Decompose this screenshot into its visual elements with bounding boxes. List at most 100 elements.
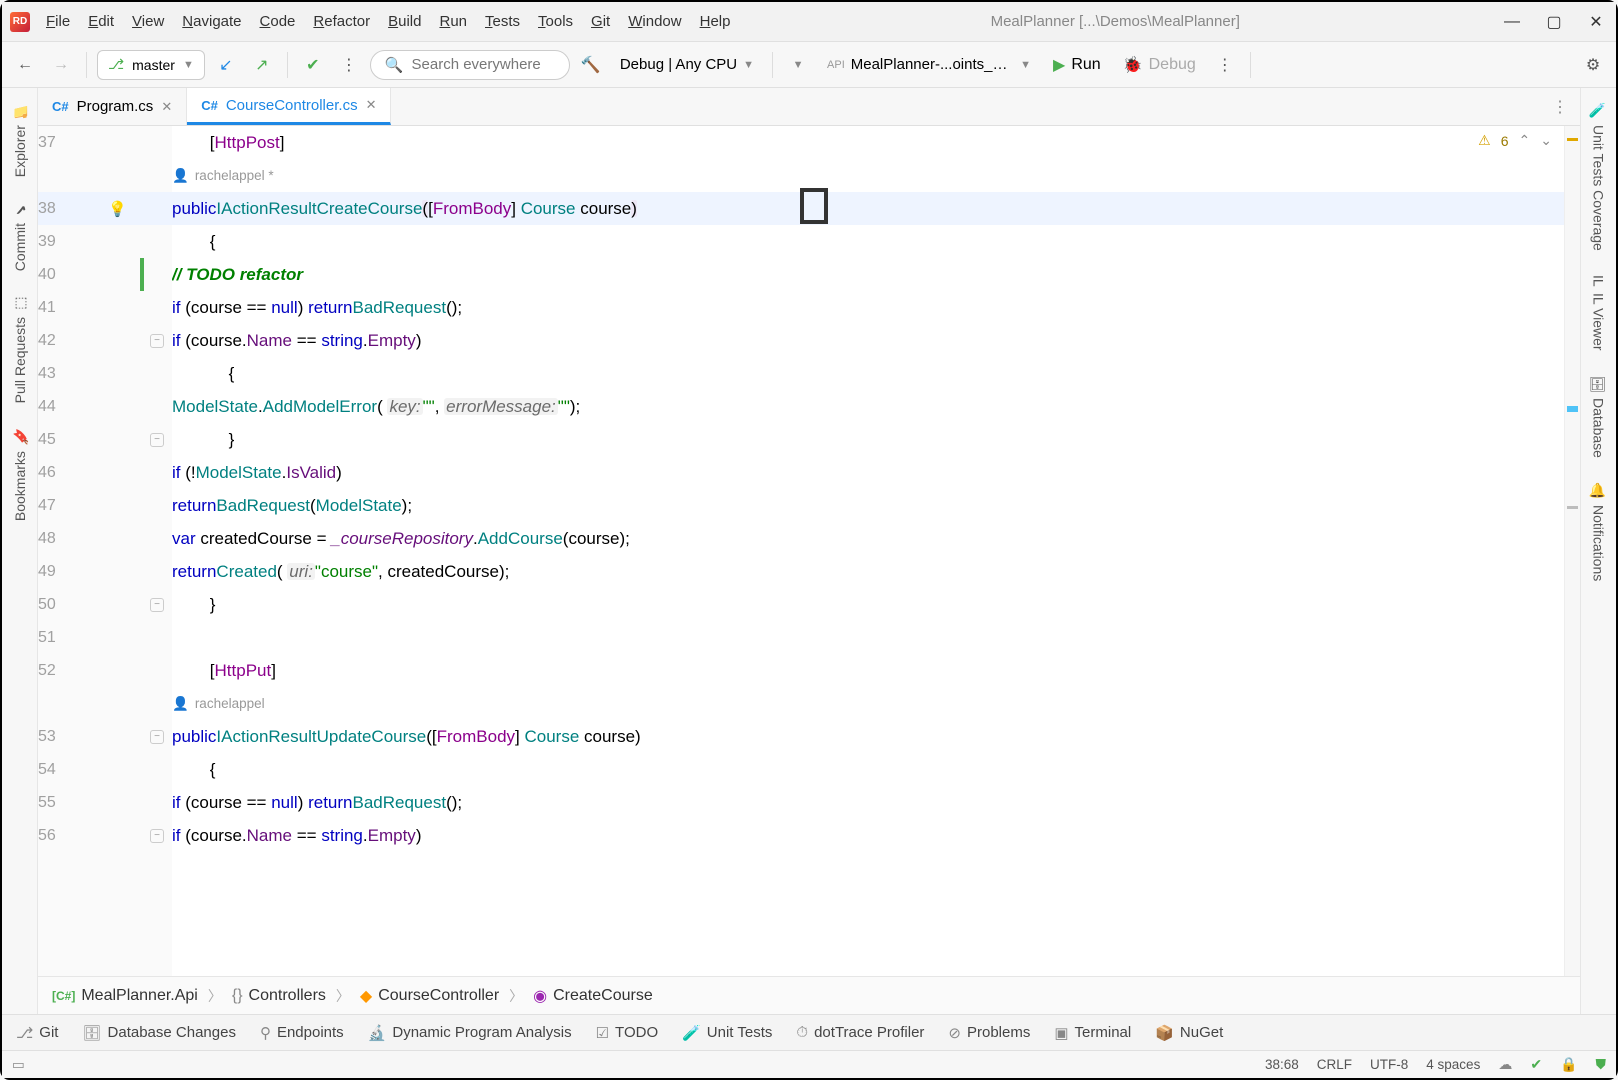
line-number[interactable]: 47 (38, 489, 108, 522)
code-line[interactable]: return BadRequest(ModelState); (172, 489, 1564, 522)
search-everywhere[interactable]: 🔍 Search everywhere (370, 50, 570, 80)
run-config-chevron[interactable]: ▼ (783, 50, 813, 80)
fold-toggle[interactable]: − (150, 598, 164, 612)
build-config-dropdown[interactable]: Debug | Any CPU ▼ (612, 56, 762, 73)
menu-refactor[interactable]: Refactor (313, 13, 370, 30)
fold-toggle[interactable]: − (150, 334, 164, 348)
line-number[interactable]: 56 (38, 819, 108, 852)
bottom-tool-problems[interactable]: ⊘Problems (948, 1024, 1030, 1042)
line-separator[interactable]: CRLF (1317, 1057, 1352, 1072)
right-tool-il-viewer[interactable]: ILIL Viewer (1587, 263, 1611, 362)
line-number[interactable]: 53 (38, 720, 108, 753)
menu-file[interactable]: File (46, 13, 70, 30)
line-number[interactable]: 39 (38, 225, 108, 258)
line-number[interactable]: 42 (38, 324, 108, 357)
run-config-dropdown[interactable]: API MealPlanner-...oints_4 | #1 ▼ (819, 56, 1039, 73)
error-stripe[interactable] (1564, 126, 1580, 976)
bottom-tool-todo[interactable]: ☑TODO (596, 1024, 659, 1042)
menu-tools[interactable]: Tools (538, 13, 573, 30)
settings-button[interactable]: ⚙ (1578, 50, 1608, 80)
fold-toggle[interactable]: − (150, 730, 164, 744)
build-button[interactable]: 🔨 (576, 50, 606, 80)
line-number[interactable]: 41 (38, 291, 108, 324)
prev-highlight-button[interactable]: ⌃ (1519, 132, 1531, 149)
more-button[interactable]: ⋮ (334, 50, 364, 80)
line-numbers[interactable]: 3738394041424344454647484950515253545556 (38, 126, 108, 976)
code-line[interactable]: [HttpPut] (172, 654, 1564, 687)
close-tab-button[interactable]: ✕ (161, 99, 172, 115)
code-content[interactable]: [HttpPost] 👤rachelappel * public IAction… (172, 126, 1564, 976)
menu-window[interactable]: Window (628, 13, 681, 30)
line-number[interactable]: 52 (38, 654, 108, 687)
breadcrumb-createcourse[interactable]: ◉CreateCourse (533, 986, 653, 1006)
code-line[interactable]: if (!ModelState.IsValid) (172, 456, 1564, 489)
right-tool-database[interactable]: 🗄Database (1587, 362, 1611, 470)
status-widget-3[interactable]: 🔒 (1560, 1056, 1577, 1073)
minimize-button[interactable]: — (1500, 10, 1524, 34)
code-line[interactable]: if (course.Name == string.Empty) (172, 324, 1564, 357)
bottom-tool-dynamic-program-analysis[interactable]: 🔬Dynamic Program Analysis (368, 1024, 572, 1042)
left-tool-pull-requests[interactable]: Pull Requests⬚ (8, 283, 32, 415)
status-widget-1[interactable]: ☁ (1498, 1056, 1512, 1073)
code-line[interactable]: { (172, 357, 1564, 390)
right-tool-notifications[interactable]: 🔔Notifications (1587, 470, 1611, 593)
line-number[interactable]: 49 (38, 555, 108, 588)
code-line[interactable]: [HttpPost] (172, 126, 1564, 159)
git-branch-dropdown[interactable]: ⎇ master ▼ (97, 50, 205, 80)
code-area[interactable]: ⚠ 6 ⌃ ⌄ 37383940414243444546474849505152… (38, 126, 1580, 976)
code-lens[interactable]: 👤rachelappel (172, 687, 1564, 720)
vcs-change-marker[interactable] (140, 258, 144, 291)
code-lens[interactable]: 👤rachelappel * (172, 159, 1564, 192)
maximize-button[interactable]: ▢ (1542, 10, 1566, 34)
nav-forward-button[interactable]: → (46, 50, 76, 80)
code-line[interactable]: public IActionResult UpdateCourse([FromB… (172, 720, 1564, 753)
encoding[interactable]: UTF-8 (1370, 1057, 1408, 1072)
line-number[interactable]: 40 (38, 258, 108, 291)
menu-edit[interactable]: Edit (88, 13, 114, 30)
menu-run[interactable]: Run (439, 13, 467, 30)
menu-tests[interactable]: Tests (485, 13, 520, 30)
code-line[interactable]: { (172, 753, 1564, 786)
line-number[interactable]: 43 (38, 357, 108, 390)
nav-back-button[interactable]: ← (10, 50, 40, 80)
bottom-tool-dottrace-profiler[interactable]: ⏱dotTrace Profiler (796, 1024, 924, 1041)
intention-bulb-icon[interactable]: 💡 (108, 200, 127, 218)
left-tool-commit[interactable]: Commit✔ (8, 189, 32, 283)
debug-button[interactable]: 🐞 Debug (1115, 55, 1204, 75)
line-number[interactable]: 44 (38, 390, 108, 423)
menu-code[interactable]: Code (260, 13, 296, 30)
code-line[interactable]: // TODO refactor (172, 258, 1564, 291)
menu-view[interactable]: View (132, 13, 164, 30)
tab-coursecontroller-cs[interactable]: C#CourseController.cs✕ (187, 88, 391, 125)
bottom-tool-nuget[interactable]: 📦NuGet (1155, 1024, 1223, 1042)
breadcrumb-coursecontroller[interactable]: ◆CourseController (360, 986, 499, 1006)
close-button[interactable]: ✕ (1584, 10, 1608, 34)
line-number[interactable]: 38 (38, 192, 108, 225)
close-tab-button[interactable]: ✕ (366, 97, 377, 113)
menu-build[interactable]: Build (388, 13, 421, 30)
line-number[interactable]: 51 (38, 621, 108, 654)
bottom-tool-endpoints[interactable]: ⚲Endpoints (260, 1024, 344, 1042)
code-line[interactable]: if (course == null) return BadRequest(); (172, 291, 1564, 324)
code-line[interactable]: ModelState.AddModelError( key:"", errorM… (172, 390, 1564, 423)
code-line[interactable]: { (172, 225, 1564, 258)
caret-position[interactable]: 38:68 (1265, 1057, 1299, 1072)
right-tool-unit-tests-coverage[interactable]: 🧪Unit Tests Coverage (1587, 90, 1611, 263)
line-number[interactable]: 55 (38, 786, 108, 819)
status-widget-4[interactable]: ⛊ (1596, 1056, 1607, 1073)
code-line[interactable]: } (172, 588, 1564, 621)
line-number[interactable]: 37 (38, 126, 108, 159)
bottom-tool-database-changes[interactable]: 🗄Database Changes (82, 1024, 235, 1042)
tabs-more-button[interactable]: ⋮ (1540, 88, 1580, 125)
bottom-tool-git[interactable]: ⎇Git (16, 1024, 58, 1042)
code-line[interactable]: } (172, 423, 1564, 456)
line-number[interactable]: 46 (38, 456, 108, 489)
breadcrumb-controllers[interactable]: {}Controllers (232, 987, 326, 1005)
bottom-tool-terminal[interactable]: ▣Terminal (1054, 1024, 1131, 1042)
indent[interactable]: 4 spaces (1426, 1057, 1480, 1072)
menu-git[interactable]: Git (591, 13, 610, 30)
line-number[interactable]: 48 (38, 522, 108, 555)
line-number[interactable]: 45 (38, 423, 108, 456)
code-line[interactable]: if (course.Name == string.Empty) (172, 819, 1564, 852)
fold-gutter[interactable]: −−−−− (150, 126, 172, 976)
